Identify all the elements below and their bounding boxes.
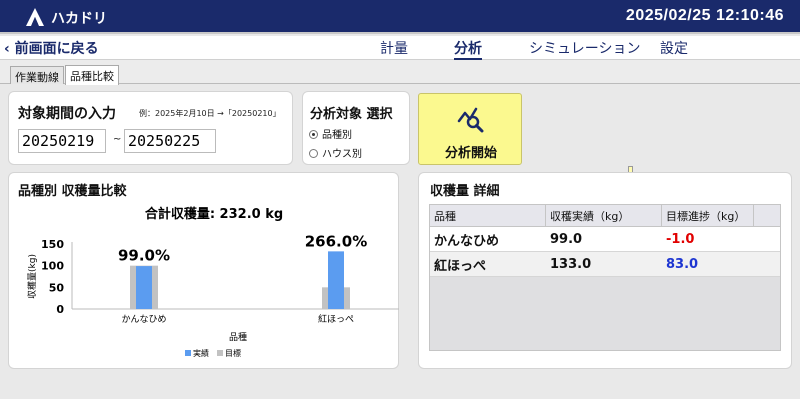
column-header-progress: 目標進捗（kg） [662,205,754,226]
cell-variety: かんなひめ [434,233,500,249]
detail-table: 品種 収穫実績（kg） 目標進捗（kg） かんなひめ 99.0 -1.0 紅ほっ… [429,204,781,351]
radio-selected-icon [309,130,318,139]
bar-actual [328,251,344,309]
cell-actual: 99.0 [550,231,583,247]
radio-by-variety[interactable]: 品種別 [309,126,352,141]
target-label: 分析対象 選択 [310,107,393,122]
radio-by-house[interactable]: ハウス別 [309,145,362,160]
legend-label: 目標 [225,348,241,358]
y-tick-label: 100 [41,260,64,273]
legend-label: 実績 [193,348,209,358]
tab-weighing[interactable]: 計量 [380,38,408,58]
start-analysis-button[interactable]: 分析開始 [418,93,522,165]
start-analysis-label: 分析開始 [444,146,497,161]
chevron-left-icon: ‹ [4,41,15,57]
radio-label: ハウス別 [322,149,362,160]
cell-variety: 紅ほっぺ [434,258,487,274]
analytics-search-icon [457,107,484,133]
tab-simulation[interactable]: シミュレーション [529,38,640,58]
back-button[interactable]: ‹ 前画面に戻る [4,38,99,58]
column-header-actual: 収穫実績（kg） [546,205,662,226]
y-tick-label: 50 [49,281,65,294]
detail-panel: 収穫量 詳細 品種 収穫実績（kg） 目標進捗（kg） かんなひめ 99.0 -… [418,172,792,369]
date-separator: ~ [113,134,122,145]
table-row[interactable]: かんなひめ 99.0 -1.0 [430,227,780,252]
cell-progress: 83.0 [666,256,699,272]
tab-settings[interactable]: 設定 [660,38,688,58]
cell-progress: -1.0 [666,231,695,247]
radio-unselected-icon [309,149,318,158]
x-tick-label: かんなひめ [121,314,166,325]
chart-panel: 品種別 収穫量比較 合計収穫量: 232.0 kg 0 50 100 150 収穫量(kg… [8,172,399,369]
bar-data-label: 99.0% [118,247,170,265]
app-header-bar: ハカドリ 2025/02/25 12:10:46 [0,0,800,34]
legend-swatch [185,350,191,356]
table-row[interactable]: 紅ほっぺ 133.0 83.0 [430,252,780,277]
back-label: 前画面に戻る [14,41,99,57]
subtab-variety-compare[interactable]: 品種比較 [65,65,119,85]
radio-label: 品種別 [322,130,352,141]
x-tick-label: 紅ほっぺ [318,314,354,325]
x-axis-label: 品種 [229,332,247,343]
harvest-bar-chart: 合計収穫量: 232.0 kg 0 50 100 150収穫量(kg) 99.0% かんなひ… [26,206,399,358]
tab-analysis[interactable]: 分析 [454,38,482,60]
y-axis-label: 収穫量(kg) [26,254,38,299]
chart-total-label: 合計収穫量: 232.0 kg [145,206,283,222]
period-example: 例：2025年2月10日 →「20250210」 [139,109,281,118]
subtab-work-flow[interactable]: 作業動線 [10,66,64,84]
y-tick-label: 0 [56,303,64,316]
start-date-input[interactable] [18,129,106,153]
y-tick-label: 150 [41,238,64,251]
period-label: 対象期間の入力 [18,106,116,122]
cell-actual: 133.0 [550,256,592,272]
legend-swatch [217,350,223,356]
period-panel: 対象期間の入力 例：2025年2月10日 →「20250210」 ~ [8,91,293,165]
detail-title: 収穫量 詳細 [430,184,500,199]
column-header-variety: 品種 [430,205,546,226]
sub-tab-bar: 作業動線 品種比較 [0,60,800,85]
clock: 2025/02/25 12:10:46 [625,7,784,24]
nav-bar: ‹ 前画面に戻る 計量 分析 シミュレーション 設定 [0,36,800,60]
logo-icon [26,8,44,26]
table-header: 品種 収穫実績（kg） 目標進捗（kg） [430,205,780,227]
app-title: ハカドリ [51,11,107,27]
bar-actual [136,266,152,309]
end-date-input[interactable] [124,129,216,153]
bar-data-label: 266.0% [305,232,367,250]
target-panel: 分析対象 選択 品種別 ハウス別 [302,91,410,165]
